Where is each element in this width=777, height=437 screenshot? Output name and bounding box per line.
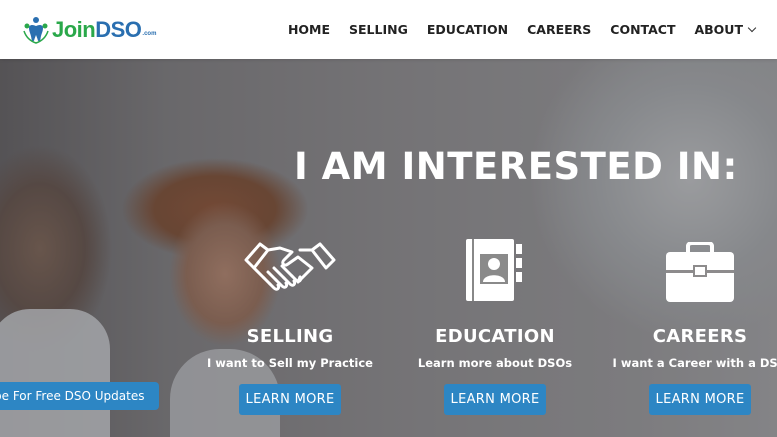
selling-subtitle: I want to Sell my Practice: [207, 356, 373, 370]
tooth-logo-icon: [22, 15, 50, 45]
chevron-down-icon: [747, 23, 757, 33]
careers-title: CAREERS: [652, 326, 748, 347]
hero-headline: I AM INTERESTED IN:: [294, 145, 738, 188]
education-card: EDUCATION Learn more about DSOs LEARN MO…: [395, 234, 595, 415]
selling-learn-more-button[interactable]: LEARN MORE: [239, 384, 341, 415]
site-header: JoinDSO .com HOME SELLING EDUCATION CARE…: [0, 0, 777, 59]
handshake-icon: [190, 234, 390, 304]
nav-education[interactable]: EDUCATION: [427, 22, 508, 37]
nav-about[interactable]: ABOUT: [694, 22, 757, 37]
nav-about-label: ABOUT: [694, 22, 743, 37]
nav-selling[interactable]: SELLING: [349, 22, 408, 37]
nav-careers[interactable]: CAREERS: [527, 22, 591, 37]
nav-careers-label: CAREERS: [527, 22, 592, 37]
nav-contact-label: CONTACT: [610, 22, 676, 37]
education-learn-more-button[interactable]: LEARN MORE: [444, 384, 546, 415]
selling-title: SELLING: [246, 326, 334, 347]
careers-card: CAREERS I want a Career with a DSO LEARN…: [600, 234, 777, 415]
careers-learn-more-button[interactable]: LEARN MORE: [649, 384, 751, 415]
briefcase-icon: [600, 234, 777, 304]
nav-home-label: HOME: [287, 22, 331, 37]
nav-education-label: EDUCATION: [426, 22, 509, 37]
education-subtitle: Learn more about DSOs: [417, 356, 573, 370]
selling-card: SELLING I want to Sell my Practice LEARN…: [190, 234, 390, 415]
nav-selling-label: SELLING: [349, 22, 408, 37]
logo-suffix: .com: [142, 31, 157, 37]
subscribe-label: be For Free DSO Updates: [0, 389, 145, 403]
nav-home[interactable]: HOME: [288, 22, 330, 37]
hero-section: I AM INTERESTED IN: SELLING I want to Se…: [0, 59, 777, 437]
nav-contact[interactable]: CONTACT: [610, 22, 675, 37]
contact-book-icon: [395, 234, 595, 304]
joindso-logo[interactable]: JoinDSO .com: [22, 14, 156, 46]
logo-wordmark: JoinDSO: [52, 17, 142, 43]
careers-subtitle: I want a Career with a DSO: [612, 356, 777, 370]
education-title: EDUCATION: [435, 326, 555, 347]
subscribe-updates-button[interactable]: be For Free DSO Updates: [0, 382, 159, 410]
logo-join-text: Join: [52, 17, 96, 42]
main-nav: HOME SELLING EDUCATION CAREERS CONTACT A…: [288, 0, 757, 59]
logo-dso-text: DSO: [95, 17, 142, 42]
